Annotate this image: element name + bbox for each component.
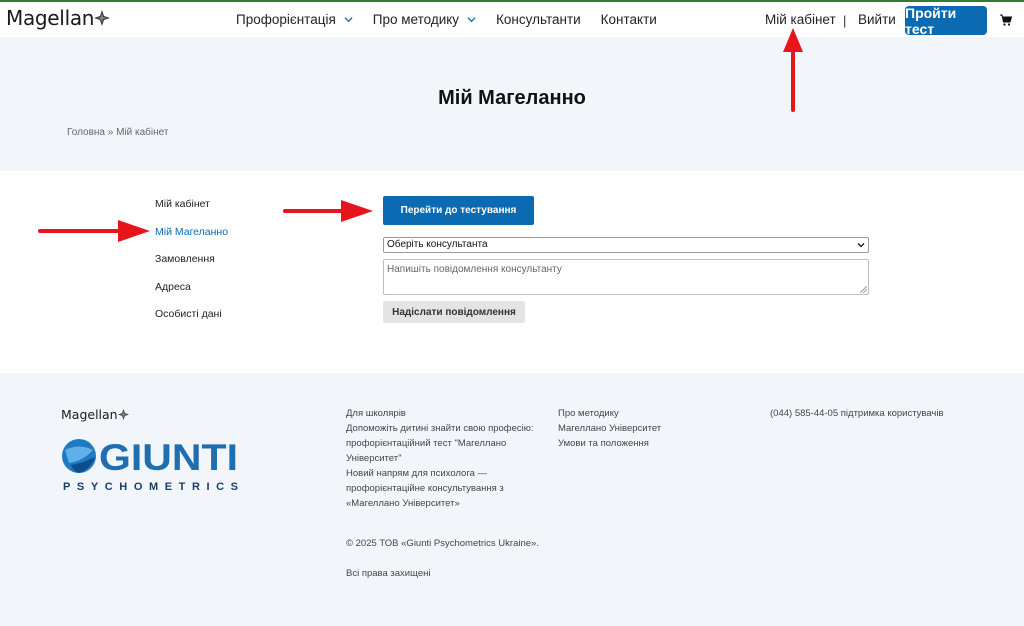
logo-text: Magellan	[6, 6, 95, 30]
take-test-button[interactable]: Пройти тест	[905, 5, 987, 37]
brand-subtext: PSYCHOMETRICS	[63, 481, 238, 493]
cart-icon[interactable]	[1000, 14, 1012, 26]
chevron-down-icon	[467, 17, 476, 23]
textarea-placeholder: Напишіть повідомлення консультанту	[387, 264, 562, 275]
footer-col-schoolers: Для школярів Допоможіть дитині знайти св…	[346, 406, 546, 511]
brand-text: GIUNTI	[99, 437, 238, 478]
nav-label: Контакти	[600, 12, 657, 27]
giunti-psychometrics-logo: GIUNTI PSYCHOMETRICS	[62, 437, 238, 493]
annotation-arrow-right-button	[283, 200, 373, 222]
site-logo[interactable]: Magellan	[6, 6, 111, 30]
site-header: Magellan Профорієнтація Про методику Кон…	[0, 2, 1024, 37]
menu-item-my-magellano[interactable]: Мій Магеланно	[155, 226, 228, 254]
logo-text: Magellan	[61, 407, 118, 422]
footer-logo[interactable]: Magellan	[61, 407, 129, 422]
compass-star-icon	[117, 409, 129, 420]
nav-contacts[interactable]: Контакти	[601, 12, 657, 27]
menu-item-my-cabinet[interactable]: Мій кабінет	[155, 198, 228, 226]
nav-separator: |	[843, 13, 847, 28]
copyright: © 2025 ТОВ «Giunti Psychometrics Ukraine…	[346, 538, 539, 549]
footer-link[interactable]: Для школярів	[346, 406, 546, 421]
page-hero: Мій Магеланно Головна » Мій кабінет	[0, 37, 1024, 171]
footer-link[interactable]: профорієнтаційне консультування з	[346, 481, 546, 496]
account-menu: Мій кабінет Мій Магеланно Замовлення Адр…	[155, 198, 228, 336]
nav-label: Консультанти	[496, 12, 581, 27]
rights-reserved: Всі права захищені	[346, 568, 431, 579]
footer-link[interactable]: Допоможіть дитині знайти свою професію:	[346, 421, 546, 436]
annotation-arrow-right-sidebar	[38, 220, 150, 242]
go-to-testing-button[interactable]: Перейти до тестування	[383, 196, 534, 225]
chevron-down-icon	[344, 17, 353, 23]
menu-item-address[interactable]: Адреса	[155, 281, 228, 309]
page-title: Мій Магеланно	[438, 87, 586, 109]
site-footer: Magellan GIUNTI PSYCHOMETRICS Для школяр…	[0, 373, 1024, 626]
support-phone[interactable]: (044) 585-44-05 підтримка користувачів	[770, 406, 944, 421]
footer-link[interactable]: Умови та положення	[558, 436, 661, 451]
logout-link[interactable]: Вийти	[858, 12, 896, 27]
footer-link[interactable]: Магеллано Університет	[558, 421, 661, 436]
menu-item-personal-data[interactable]: Особисті дані	[155, 308, 228, 336]
footer-col-method: Про методику Магеллано Університет Умови…	[558, 406, 661, 451]
nav-consultants[interactable]: Консультанти	[496, 12, 581, 27]
resize-handle-icon[interactable]	[860, 286, 867, 293]
main-nav: Профорієнтація Про методику Консультанти…	[236, 12, 677, 27]
footer-link[interactable]: Про методику	[558, 406, 661, 421]
my-cabinet-link[interactable]: Мій кабінет	[765, 12, 836, 27]
nav-about-method[interactable]: Про методику	[373, 12, 476, 27]
nav-career-guidance[interactable]: Профорієнтація	[236, 12, 353, 27]
footer-link[interactable]: Новий напрям для психолога —	[346, 466, 546, 481]
nav-label: Профорієнтація	[236, 12, 336, 27]
annotation-arrow-up	[783, 28, 803, 112]
nav-label: Про методику	[372, 12, 460, 27]
chevron-down-icon	[857, 243, 865, 248]
footer-link[interactable]: профорієнтаційний тест "Магеллано	[346, 436, 546, 451]
select-value: Оберіть консультанта	[387, 239, 488, 250]
compass-star-icon	[94, 10, 111, 26]
footer-link[interactable]: Університет"	[346, 451, 546, 466]
consultant-select[interactable]: Оберіть консультанта	[383, 237, 869, 253]
footer-link[interactable]: «Магеллано Університет»	[346, 496, 546, 511]
menu-item-orders[interactable]: Замовлення	[155, 253, 228, 281]
send-message-button[interactable]: Надіслати повідомлення	[383, 301, 525, 323]
message-textarea[interactable]: Напишіть повідомлення консультанту	[383, 259, 869, 295]
breadcrumb[interactable]: Головна » Мій кабінет	[67, 127, 168, 138]
